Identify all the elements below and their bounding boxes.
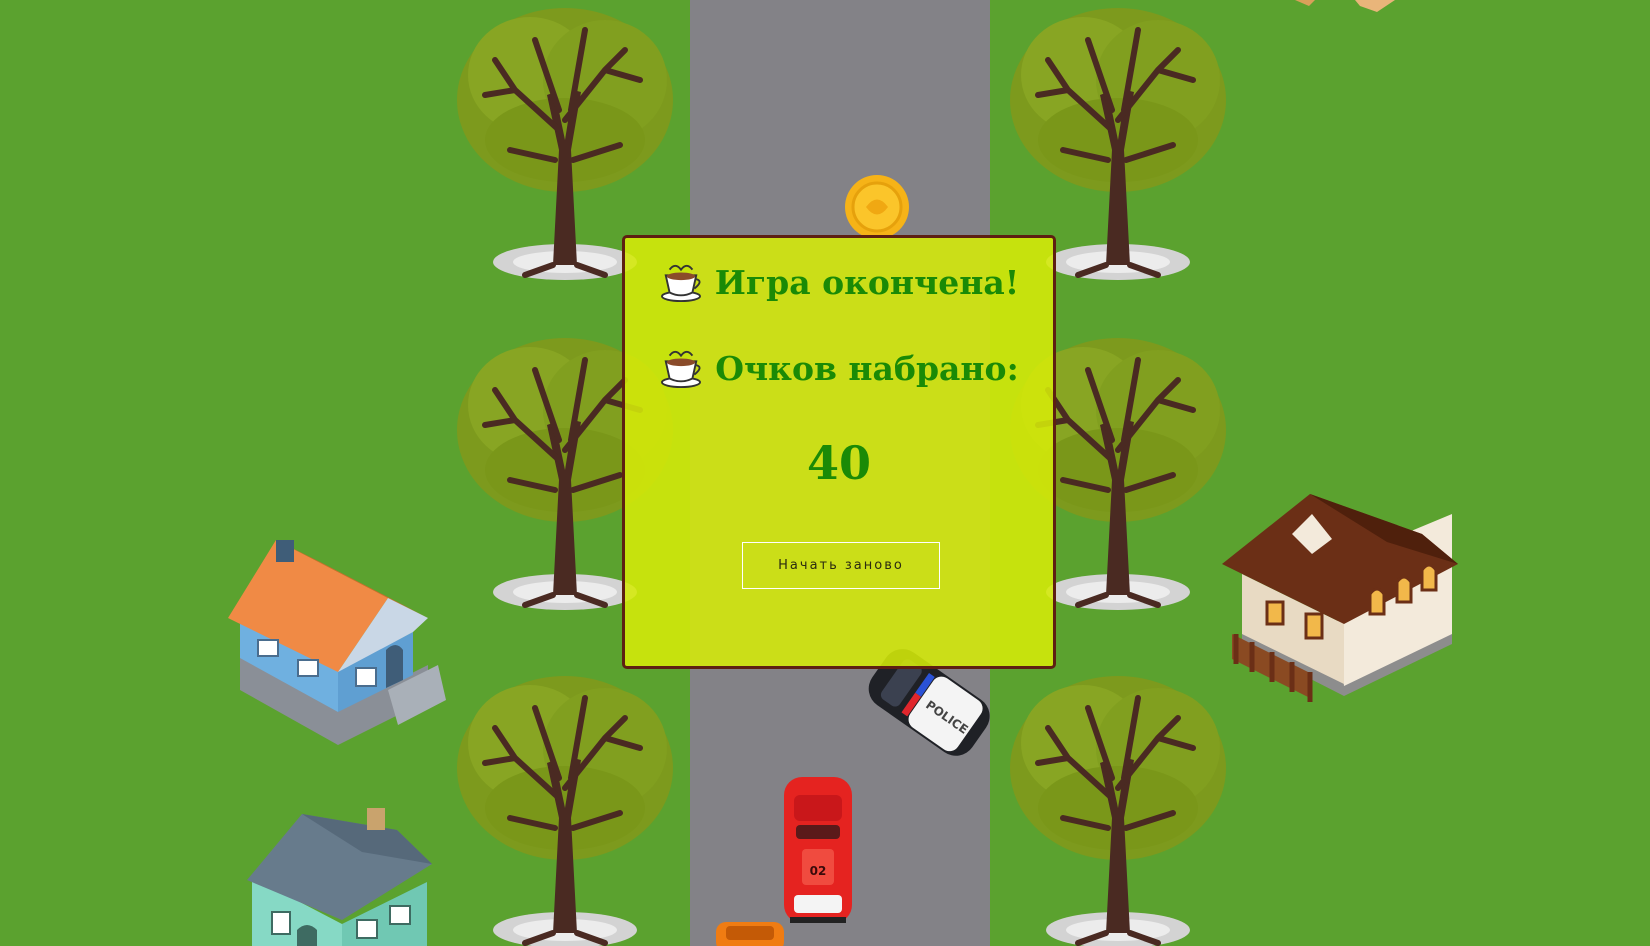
restart-button[interactable]: Начать заново	[742, 542, 940, 589]
blue-house-icon	[228, 540, 446, 745]
crate-icon	[1295, 0, 1395, 12]
brown-house-icon	[1222, 494, 1458, 702]
score-label-row: Очков набрано:	[625, 348, 1053, 388]
teal-house-icon	[247, 808, 432, 946]
game-over-title-row: Игра окончена!	[625, 262, 1053, 302]
coffee-cup-icon	[660, 264, 701, 302]
score-value: 40	[806, 436, 871, 490]
tree-icon	[1008, 668, 1228, 946]
game-over-dialog: Игра окончена! Очков набрано: 40 Начать …	[622, 235, 1056, 669]
coffee-cup-icon	[661, 350, 702, 388]
player-car-number: 02	[810, 864, 827, 878]
player-car-icon: 02	[784, 777, 852, 923]
coin-icon	[845, 175, 909, 239]
orange-car-icon	[716, 922, 784, 946]
game-over-title: Игра окончена!	[714, 262, 1020, 302]
game-scene: POLICE 02 Игра окончена! Очков набрано: …	[0, 0, 1650, 946]
tree-icon	[455, 668, 675, 946]
score-label: Очков набрано:	[715, 348, 1019, 388]
